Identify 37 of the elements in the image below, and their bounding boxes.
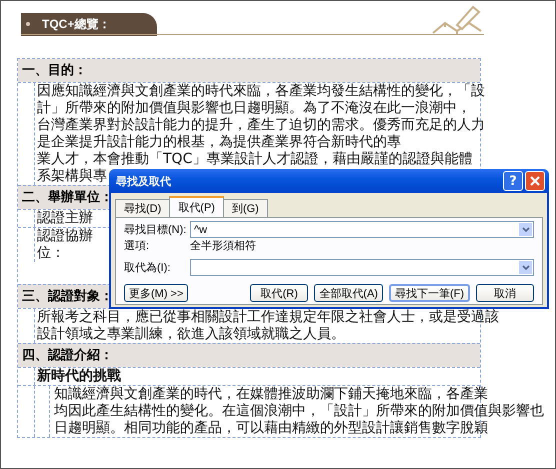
close-button[interactable] xyxy=(525,171,545,191)
text-line: 認證協辦 xyxy=(37,228,93,245)
text-line: 業人才，本會推動「TQC」專業設計人才認證，藉由嚴謹的認證與能體 xyxy=(37,151,472,168)
pencil-book-icon xyxy=(431,5,483,35)
text-line: 計」所帶來的附加價值與影響也日趨明顯。為了不淹沒在此一浪潮中， xyxy=(37,100,471,117)
dialog-button[interactable]: 全部取代(A) xyxy=(314,284,383,302)
text-line: 因應知識經濟與文創產業的時代來臨，各產業均發生結構性的變化，「設 xyxy=(37,83,485,100)
text-line: 均因此產生結構性的變化。在這個浪潮中，「設計」所帶來的附加價值與影響也 xyxy=(54,403,544,420)
close-icon xyxy=(530,176,540,186)
tab[interactable]: 取代(P) xyxy=(169,196,224,217)
help-button[interactable]: ? xyxy=(503,171,523,191)
bullet-icon xyxy=(26,22,30,26)
dialog-button[interactable]: 取消 xyxy=(476,284,534,302)
tab[interactable]: 尋找(D) xyxy=(115,199,170,217)
dropdown-field[interactable]: ^w xyxy=(190,221,534,238)
text-line: 系架構與專 xyxy=(37,168,107,185)
text-line: 日趨明顯。相同功能的產品，可以藉由精緻的外型設計讓銷售數字脫穎 xyxy=(54,420,488,437)
dialog-button[interactable]: 尋找下一筆(F) xyxy=(388,284,470,302)
text-line: 設計領域之專業訓練，欲進入該領域就職之人員。 xyxy=(37,326,345,343)
text-line: 位： xyxy=(37,245,65,262)
options-text: 全半形須相符 xyxy=(190,239,256,253)
tab[interactable]: 到(G) xyxy=(222,199,268,217)
text-line: 所報考之科目，應已從事相關設計工作達規定年限之社會人士，或是受過該 xyxy=(37,309,499,326)
text-line: 是企業提升設計能力的根基，為提供產業界符合新時代的專 xyxy=(37,134,401,151)
text-line: 台灣產業界對於設計能力的提升，產生了迫切的需求。優秀而充足的人力 xyxy=(37,117,485,134)
dialog-button[interactable]: 更多(M) >> xyxy=(124,284,188,302)
section-heading: 一、目的： xyxy=(18,59,480,82)
subheading: 新時代的挑戰 xyxy=(37,368,121,385)
text-line: 知識經濟與文創產業的時代，在媒體推波助瀾下鋪天掩地來臨，各產業 xyxy=(54,386,488,403)
options-label: 選項: xyxy=(124,239,150,253)
field-label: 取代為(I): xyxy=(124,261,172,275)
text-line: 認證主辦 xyxy=(37,210,93,227)
header-title: TQC+總覽： xyxy=(42,16,110,32)
section-heading: 四、認證介紹： xyxy=(18,343,480,367)
field-label: 尋找目標(N): xyxy=(124,223,188,237)
dropdown-field[interactable] xyxy=(190,259,534,276)
dialog-button[interactable]: 取代(R) xyxy=(250,284,308,302)
